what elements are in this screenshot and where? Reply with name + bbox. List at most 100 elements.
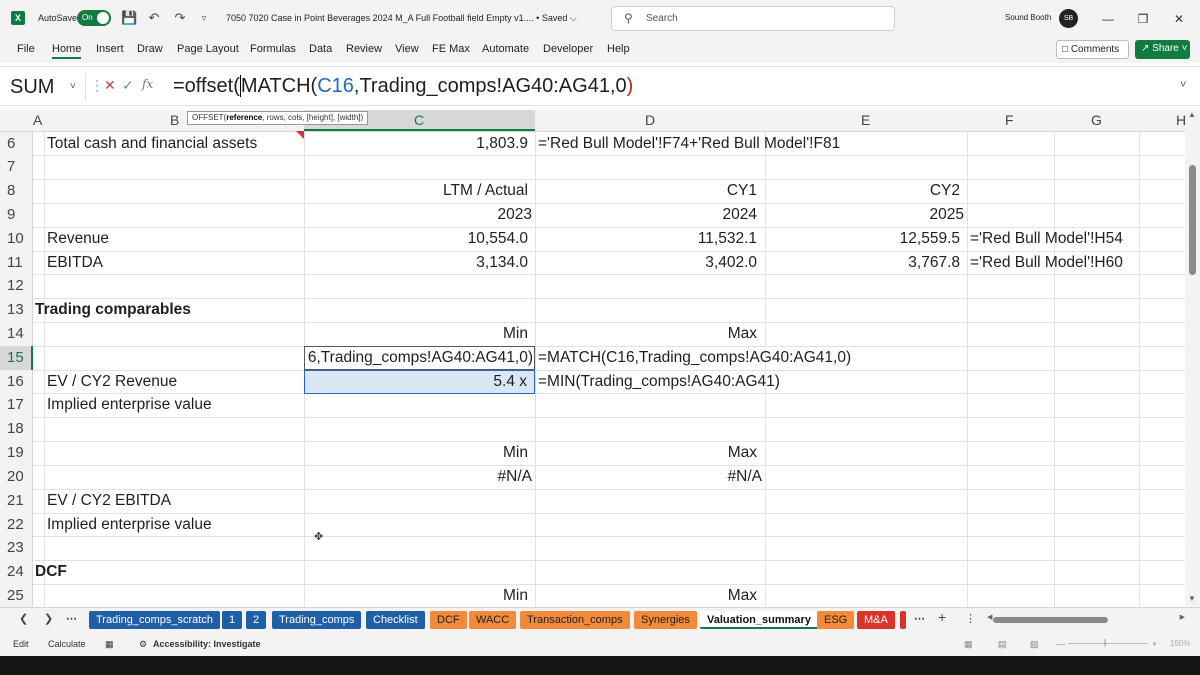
row-header-18[interactable]: 18 (0, 417, 33, 441)
column-header-f[interactable]: F (1005, 112, 1014, 128)
row-header-16[interactable]: 16 (0, 370, 33, 394)
scroll-right-icon[interactable]: ▶ (1180, 613, 1185, 621)
zoom-slider-thumb[interactable]: | (1104, 638, 1106, 647)
tab-help[interactable]: Help (607, 43, 630, 55)
cancel-icon[interactable]: ✕ (104, 77, 116, 94)
row-header-11[interactable]: 11 (0, 251, 33, 275)
autosave-toggle[interactable]: On (77, 10, 111, 26)
tab-draw[interactable]: Draw (137, 43, 163, 55)
scroll-left-icon[interactable]: ◀ (987, 613, 992, 621)
tab-page-layout[interactable]: Page Layout (177, 43, 239, 55)
cell-c10[interactable]: 10,554.0 (304, 227, 528, 251)
row-header-24[interactable]: 24 (0, 560, 33, 584)
close-icon[interactable]: ✕ (1169, 9, 1189, 29)
calculate-button[interactable]: Calculate (48, 639, 86, 649)
user-name[interactable]: Sound Booth (1005, 13, 1051, 22)
cell-d19[interactable]: Max (535, 441, 757, 465)
sheet-tab-trading-comps[interactable]: Trading_comps (272, 611, 362, 629)
cell-e8[interactable]: CY2 (765, 179, 960, 203)
sheet-tab-valuation-summary[interactable]: Valuation_summary (700, 611, 818, 629)
row-header-20[interactable]: 20 (0, 465, 33, 489)
sheet-tab-wacc[interactable]: WACC (469, 611, 517, 629)
row-header-8[interactable]: 8 (0, 179, 33, 203)
zoom-level[interactable]: 150% (1170, 639, 1190, 648)
formula-input[interactable]: =offset(MATCH(C16,Trading_comps!AG40:AG4… (173, 75, 633, 98)
row-header-22[interactable]: 22 (0, 513, 33, 537)
row-header-14[interactable]: 14 (0, 322, 33, 346)
tab-automate[interactable]: Automate (482, 43, 529, 55)
tab-file[interactable]: File (17, 43, 35, 55)
sheet-tab-trading-comps-scratch[interactable]: Trading_comps_scratch (89, 611, 220, 629)
customize-icon[interactable]: ▿ (196, 10, 212, 26)
cell-b6[interactable]: Total cash and financial assets (47, 132, 257, 156)
row-header-25[interactable]: 25 (0, 584, 33, 608)
column-header-g[interactable]: G (1091, 112, 1102, 128)
cell-b16[interactable]: EV / CY2 Revenue (47, 370, 177, 394)
document-title[interactable]: 7050 7020 Case in Point Beverages 2024 M… (226, 13, 577, 24)
cell-d10[interactable]: 11,532.1 (535, 227, 757, 251)
tab-home[interactable]: Home (52, 43, 82, 59)
horizontal-scrollbar[interactable]: ◀ ▶ (987, 613, 1185, 625)
row-header-19[interactable]: 19 (0, 441, 33, 465)
expand-formula-bar-icon[interactable]: ˅ (1180, 79, 1186, 91)
restore-icon[interactable]: ❐ (1133, 9, 1153, 29)
redo-icon[interactable]: ↷ (172, 10, 188, 26)
options-icon[interactable]: ⋮ (965, 612, 976, 625)
page-layout-view-icon[interactable]: ▤ (998, 639, 1007, 650)
cell-d6[interactable]: ='Red Bull Model'!F74+'Red Bull Model'!F… (538, 132, 840, 156)
sheet-tab-checklist[interactable]: Checklist (366, 611, 425, 629)
sheet-tab-m-and-a[interactable]: M&A (857, 611, 895, 629)
column-header-c[interactable]: C (414, 112, 424, 128)
scroll-down-icon[interactable]: ▼ (1188, 594, 1196, 603)
comment-indicator[interactable] (296, 131, 304, 139)
cell-c8[interactable]: LTM / Actual (304, 179, 528, 203)
chevron-down-icon[interactable]: ˅ (70, 81, 76, 92)
row-header-12[interactable]: 12 (0, 274, 33, 298)
tab-data[interactable]: Data (309, 43, 332, 55)
sheet-tab-2[interactable]: 2 (246, 611, 267, 629)
cell-d20[interactable]: #N/A (535, 465, 762, 489)
cell-c25[interactable]: Min (304, 584, 528, 608)
sheet-tab-esg[interactable]: ESG (817, 611, 855, 629)
name-box[interactable]: SUM ˅ (4, 73, 86, 101)
section-heading-trading-comparables[interactable]: Trading comparables (35, 298, 191, 322)
cell-c9[interactable]: 2023 (304, 203, 532, 227)
tab-fe-max[interactable]: FE Max (432, 43, 470, 55)
cell-f10[interactable]: ='Red Bull Model'!H54 (970, 227, 1123, 251)
add-sheet-icon[interactable]: + (938, 609, 946, 625)
cell-d16[interactable]: =MIN(Trading_comps!AG40:AG41) (538, 370, 780, 394)
row-header-15[interactable]: 15 (0, 346, 33, 370)
sheet-tab-transaction-comps[interactable]: Transaction_comps (520, 611, 630, 629)
cell-e9[interactable]: 2025 (765, 203, 964, 227)
column-header-e[interactable]: E (861, 112, 870, 128)
row-header-13[interactable]: 13 (0, 298, 33, 322)
save-icon[interactable]: 💾 (121, 10, 137, 26)
share-button[interactable]: ↗ Share ˅ (1135, 40, 1190, 59)
sheet-tab-partial[interactable] (900, 611, 906, 629)
cell-c14[interactable]: Min (304, 322, 528, 346)
cell-b22[interactable]: Implied enterprise value (47, 513, 212, 537)
undo-icon[interactable]: ↶ (146, 10, 162, 26)
search-box[interactable]: ⚲ Search (611, 6, 895, 31)
cell-c20[interactable]: #N/A (304, 465, 532, 489)
cell-c19[interactable]: Min (304, 441, 528, 465)
function-tooltip[interactable]: OFFSET(reference, rows, cols, [height], … (187, 111, 369, 125)
normal-view-icon[interactable]: ▦ (964, 639, 973, 650)
cell-f11[interactable]: ='Red Bull Model'!H60 (970, 251, 1123, 275)
row-header-21[interactable]: 21 (0, 489, 33, 513)
next-sheet-icon[interactable]: ❯ (44, 612, 53, 625)
row-header-10[interactable]: 10 (0, 227, 33, 251)
row-header-17[interactable]: 17 (0, 393, 33, 417)
tab-review[interactable]: Review (346, 43, 382, 55)
cell-b17[interactable]: Implied enterprise value (47, 393, 212, 417)
cell-d8[interactable]: CY1 (535, 179, 757, 203)
enter-icon[interactable]: ✓ (122, 77, 134, 94)
prev-sheet-icon[interactable]: ❮ (19, 612, 28, 625)
avatar[interactable]: SB (1059, 9, 1078, 28)
more-sheets-icon[interactable]: ⋯ (66, 612, 77, 625)
sheet-tab-dcf[interactable]: DCF (430, 611, 467, 629)
cell-e10[interactable]: 12,559.5 (765, 227, 960, 251)
hscroll-thumb[interactable] (993, 617, 1108, 623)
cell-d14[interactable]: Max (535, 322, 757, 346)
scroll-up-icon[interactable]: ▲ (1188, 110, 1196, 119)
